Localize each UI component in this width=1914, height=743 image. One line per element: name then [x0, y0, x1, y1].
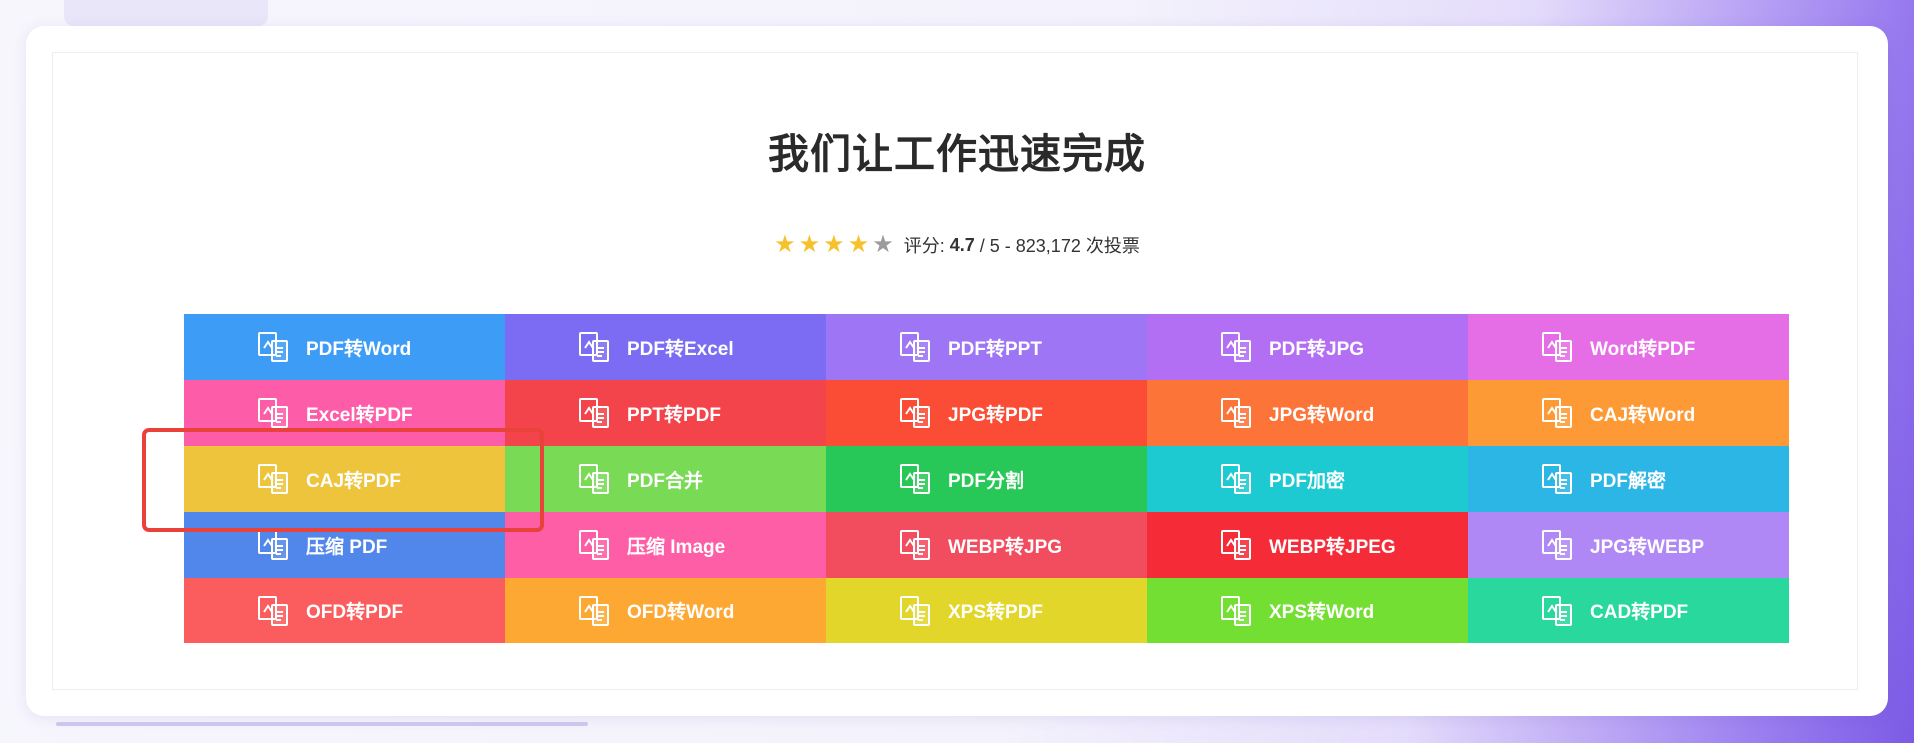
tool-tile[interactable]: Word转PDF [1468, 314, 1789, 380]
background-tab [64, 0, 268, 26]
star-icon: ★ [847, 231, 870, 258]
tool-tile[interactable]: PDF分割 [826, 446, 1147, 512]
tool-label: PDF转JPG [1269, 338, 1365, 360]
tool-label: Word转PDF [1590, 338, 1696, 360]
tool-label: JPG转PDF [948, 404, 1044, 426]
tool-label: 压缩 Image [627, 536, 726, 558]
jpg-webp-icon [1540, 528, 1576, 562]
star-icon: ★ [774, 231, 796, 258]
tool-tile[interactable]: XPS转PDF [826, 578, 1147, 643]
caj-word-icon [1540, 396, 1576, 430]
tool-tile[interactable]: WEBP转JPEG [1147, 512, 1468, 578]
xps-word-icon [1219, 594, 1255, 628]
ofd-pdf-icon [256, 594, 292, 628]
tool-tile[interactable]: OFD转Word [505, 578, 826, 643]
tool-label: PDF转PPT [948, 338, 1042, 360]
tool-tile[interactable]: OFD转PDF [184, 578, 505, 643]
tool-label: JPG转Word [1269, 404, 1375, 426]
pdf-ppt-icon [898, 330, 934, 364]
tool-label: XPS转PDF [948, 602, 1044, 623]
background-scroll-indicator [56, 722, 588, 726]
split-icon [898, 462, 934, 496]
cad-pdf-icon [1540, 594, 1576, 628]
tool-label: OFD转PDF [306, 602, 404, 623]
tool-label: PDF转Word [306, 338, 412, 360]
tool-tile[interactable]: CAJ转PDF [184, 446, 505, 512]
tool-tile[interactable]: JPG转WEBP [1468, 512, 1789, 578]
rating-votes: / 5 - 823,172 次投票 [979, 236, 1140, 256]
tool-label: XPS转Word [1269, 602, 1375, 623]
page-title: 我们让工作迅速完成 [768, 131, 1146, 177]
tool-label: CAJ转PDF [306, 470, 402, 492]
webp-jpg-icon [898, 528, 934, 562]
tool-tile[interactable]: JPG转Word [1147, 380, 1468, 446]
rating-score: 4.7 [949, 234, 975, 255]
tool-tile[interactable]: PDF解密 [1468, 446, 1789, 512]
tool-tile[interactable]: PDF转Word [184, 314, 505, 380]
tool-label: PDF转Excel [627, 338, 734, 360]
compress-pdf-icon [256, 528, 292, 562]
ofd-word-icon [577, 594, 613, 628]
tool-label: PDF加密 [1269, 470, 1346, 492]
star-icon: ★ [798, 231, 821, 258]
tool-label: WEBP转JPG [948, 536, 1063, 558]
tool-label: JPG转WEBP [1590, 536, 1705, 558]
pdf-image-icon [1219, 330, 1255, 364]
unlock-icon [1540, 462, 1576, 496]
tool-label: CAD转PDF [1590, 602, 1689, 623]
rating-label: 评分: [903, 236, 945, 256]
star-icon: ★ [823, 231, 845, 258]
xps-pdf-icon [898, 594, 934, 628]
tool-tile[interactable]: CAJ转Word [1468, 380, 1789, 446]
tool-label: Excel转PDF [306, 404, 413, 426]
tool-label: PDF分割 [948, 470, 1025, 492]
tool-label: PDF合并 [627, 470, 704, 492]
tool-tile[interactable]: CAD转PDF [1468, 578, 1789, 643]
tool-label: 压缩 PDF [306, 536, 388, 558]
tool-label: CAJ转Word [1590, 404, 1696, 426]
tool-tile[interactable]: PDF合并 [505, 446, 826, 512]
tool-tile[interactable]: 压缩 PDF [184, 512, 505, 578]
star-icon: ★ [872, 231, 894, 258]
tool-tile[interactable]: PDF加密 [1147, 446, 1468, 512]
tool-label: PDF解密 [1590, 470, 1667, 492]
tool-tile[interactable]: 压缩 Image [505, 512, 826, 578]
merge-icon [577, 462, 613, 496]
tool-tile[interactable]: WEBP转JPG [826, 512, 1147, 578]
word-pdf-icon [1540, 330, 1576, 364]
pdf-doc-icon [256, 330, 292, 364]
compress-image-icon [577, 528, 613, 562]
tool-label: OFD转Word [627, 602, 735, 623]
rating-stars: ★ ★ ★ ★ ★ [774, 233, 894, 257]
tool-tile[interactable]: JPG转PDF [826, 380, 1147, 446]
lock-icon [1219, 462, 1255, 496]
ppt-pdf-icon [577, 396, 613, 430]
tool-label: PPT转PDF [627, 404, 721, 426]
tool-tile[interactable]: PPT转PDF [505, 380, 826, 446]
tool-grid: PDF转Word PDF转Excel PDF转PPT PDF转JPG Word转PDF E… [184, 314, 1789, 643]
tool-tile[interactable]: XPS转Word [1147, 578, 1468, 643]
tool-tile[interactable]: PDF转PPT [826, 314, 1147, 380]
caj-pdf-icon [256, 462, 292, 496]
tool-tile[interactable]: Excel转PDF [184, 380, 505, 446]
tool-tile[interactable]: PDF转Excel [505, 314, 826, 380]
tool-tile[interactable]: PDF转JPG [1147, 314, 1468, 380]
jpg-word-icon [1219, 396, 1255, 430]
rating-bar: ★ ★ ★ ★ ★ 评分: 4.7 / 5 - 823,172 次投票 [0, 232, 1914, 258]
tool-label: WEBP转JPEG [1269, 536, 1396, 558]
webp-jpeg-icon [1219, 528, 1255, 562]
excel-pdf-icon [256, 396, 292, 430]
jpg-pdf-icon [898, 396, 934, 430]
pdf-sheet-icon [577, 330, 613, 364]
